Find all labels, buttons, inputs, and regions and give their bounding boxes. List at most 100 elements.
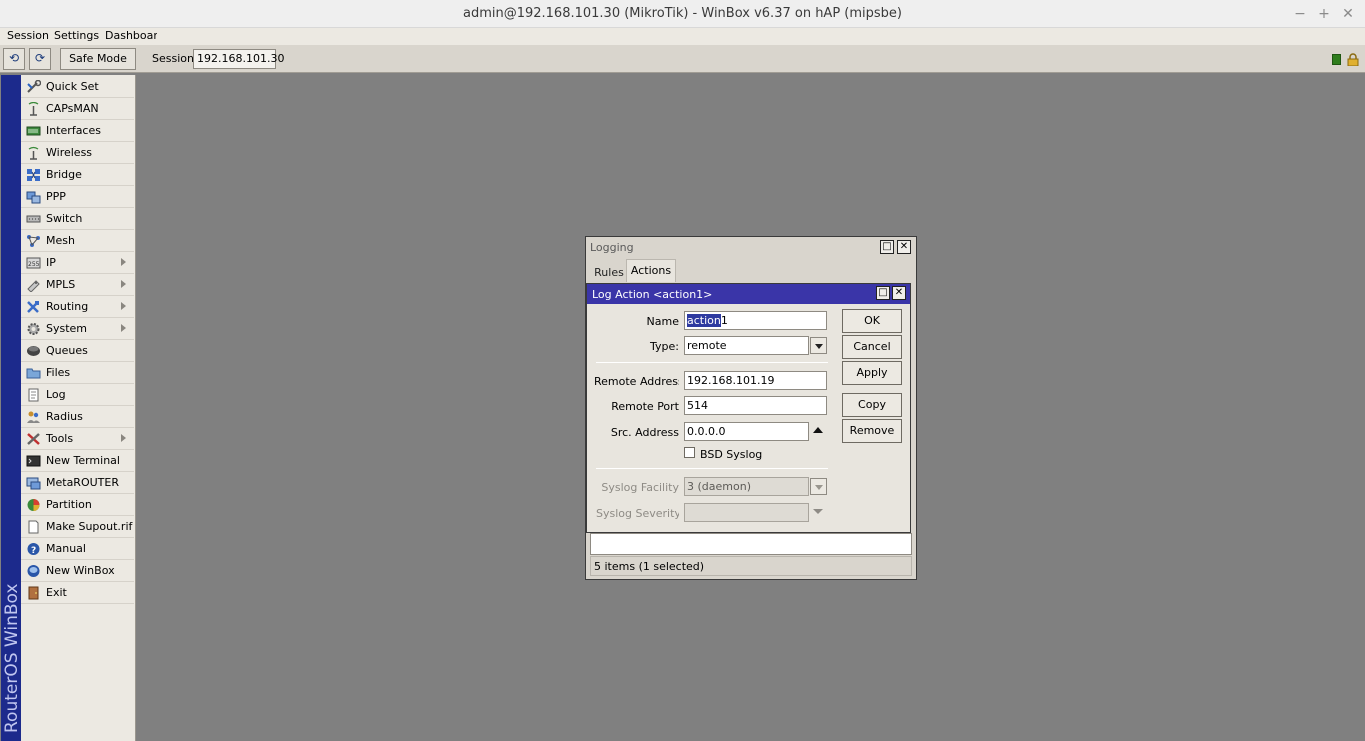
name-selected-text: action	[687, 314, 721, 327]
syslog-facility-dropdown-icon[interactable]	[810, 478, 827, 495]
routing-icon	[27, 301, 39, 313]
tab-rules[interactable]: Rules	[590, 262, 628, 285]
close-icon[interactable]: ✕	[897, 240, 911, 254]
window-titlebar: admin@192.168.101.30 (MikroTik) - WinBox…	[0, 0, 1365, 28]
syslog-severity-select[interactable]	[684, 503, 809, 522]
sidebar-item-label: Files	[46, 366, 71, 379]
sidebar-item-manual[interactable]: ? Manual	[21, 538, 134, 560]
name-field[interactable]: action1	[684, 311, 827, 330]
svg-text:255: 255	[28, 261, 40, 268]
submenu-arrow-icon	[121, 324, 126, 332]
menu-dashboard[interactable]: Dashboard	[105, 29, 157, 42]
sidebar-item-label: Make Supout.rif	[46, 520, 133, 533]
sidebar-item-queues[interactable]: Queues	[21, 340, 134, 362]
sidebar-item-label: Manual	[46, 542, 86, 555]
routeros-winbox-brand: RouterOS WinBox	[1, 75, 22, 741]
mpls-icon	[27, 280, 40, 292]
submenu-arrow-icon	[121, 280, 126, 288]
redo-icon[interactable]: ⟳	[29, 48, 51, 70]
session-field[interactable]: 192.168.101.30	[193, 49, 284, 69]
sidebar-item-ip[interactable]: 255 IP	[21, 252, 134, 274]
remote-port-label: Remote Port	[611, 400, 679, 413]
sidebar-item-wireless[interactable]: Wireless	[21, 142, 134, 164]
syslog-facility-select[interactable]: 3 (daemon)	[684, 477, 809, 496]
remove-button[interactable]: Remove	[842, 419, 902, 443]
name-rest-text: 1	[720, 314, 728, 327]
maximize-icon[interactable]: +	[1314, 4, 1334, 24]
exit-icon	[28, 586, 39, 600]
cancel-button[interactable]: Cancel	[842, 335, 902, 359]
submenu-arrow-icon	[121, 434, 126, 442]
interfaces-icon	[26, 126, 41, 136]
tab-actions[interactable]: Actions	[626, 259, 676, 282]
sidebar-item-label: Tools	[46, 432, 74, 445]
wireless-icon	[28, 146, 39, 160]
sidebar-item-ppp[interactable]: PPP	[21, 186, 134, 208]
sidebar-item-partition[interactable]: Partition	[21, 494, 134, 516]
minimize-icon[interactable]: −	[1290, 4, 1310, 24]
sidebar-item-interfaces[interactable]: Interfaces	[21, 120, 134, 142]
sidebar-item-tools[interactable]: Tools	[21, 428, 134, 450]
bsd-syslog-checkbox[interactable]	[684, 447, 695, 458]
actions-list[interactable]	[590, 533, 912, 555]
sidebar-item-capsman[interactable]: CAPsMAN	[21, 98, 134, 120]
document-icon	[28, 520, 39, 534]
syslog-severity-label: Syslog Severity	[596, 507, 679, 520]
close-icon[interactable]: ✕	[892, 286, 906, 300]
remote-address-field[interactable]: 192.168.101.19	[684, 371, 827, 390]
sidebar-item-make-supout[interactable]: Make Supout.rif	[21, 516, 134, 538]
svg-text:?: ?	[31, 546, 36, 556]
bridge-icon	[27, 169, 40, 181]
syslog-severity-dropdown-icon[interactable]	[813, 509, 823, 514]
sidebar-item-label: Wireless	[46, 146, 93, 159]
sidebar-item-new-winbox[interactable]: New WinBox	[21, 560, 134, 582]
close-icon[interactable]: ✕	[1338, 4, 1358, 24]
sidebar-item-label: Mesh	[46, 234, 75, 247]
sidebar-item-metarouter[interactable]: MetaROUTER	[21, 472, 134, 494]
copy-button[interactable]: Copy	[842, 393, 902, 417]
log-action-dialog-titlebar: Log Action <action1> □ ✕	[587, 284, 910, 304]
sidebar-item-label: MetaROUTER	[46, 476, 119, 489]
sidebar-item-mesh[interactable]: Mesh	[21, 230, 134, 252]
sidebar-item-bridge[interactable]: Bridge	[21, 164, 134, 186]
sidebar-item-label: CAPsMAN	[46, 102, 99, 115]
terminal-icon	[26, 455, 41, 467]
sidebar-item-routing[interactable]: Routing	[21, 296, 134, 318]
sidebar-item-system[interactable]: System	[21, 318, 134, 340]
menu-session[interactable]: Session	[7, 29, 49, 42]
lock-icon	[1347, 53, 1359, 66]
type-select[interactable]: remote	[684, 336, 809, 355]
mesh-icon	[27, 235, 40, 247]
sidebar-item-log[interactable]: Log	[21, 384, 134, 406]
safe-mode-button[interactable]: Safe Mode	[60, 48, 136, 70]
sidebar-item-label: Radius	[46, 410, 83, 423]
radius-icon	[27, 411, 40, 423]
capsman-icon	[28, 102, 39, 116]
collapse-up-icon[interactable]	[813, 427, 823, 433]
sidebar-item-mpls[interactable]: MPLS	[21, 274, 134, 296]
remote-port-field[interactable]: 514	[684, 396, 827, 415]
restore-icon[interactable]: □	[876, 286, 890, 300]
src-address-field[interactable]: 0.0.0.0	[684, 422, 809, 441]
sidebar-item-radius[interactable]: Radius	[21, 406, 134, 428]
sidebar-item-exit[interactable]: Exit	[21, 582, 134, 604]
menu-settings[interactable]: Settings	[54, 29, 99, 42]
sidebar-item-label: MPLS	[46, 278, 76, 291]
queues-icon	[27, 346, 40, 356]
undo-icon[interactable]: ⟲	[3, 48, 25, 70]
sidebar-item-quick-set[interactable]: Quick Set	[21, 76, 134, 98]
restore-icon[interactable]: □	[880, 240, 894, 254]
logging-window-title: Logging	[590, 241, 634, 254]
sidebar-item-switch[interactable]: Switch	[21, 208, 134, 230]
sidebar-item-new-terminal[interactable]: New Terminal	[21, 450, 134, 472]
sidebar: Quick Set CAPsMAN Interfaces Wireless Br…	[21, 75, 136, 741]
src-address-label: Src. Address	[610, 426, 679, 439]
ok-button[interactable]: OK	[842, 309, 902, 333]
ppp-icon	[26, 191, 41, 204]
type-dropdown-icon[interactable]	[810, 337, 827, 354]
remote-address-label: Remote Address	[594, 375, 679, 388]
sidebar-item-label: New Terminal	[46, 454, 120, 467]
sidebar-item-label: Switch	[46, 212, 83, 225]
apply-button[interactable]: Apply	[842, 361, 902, 385]
sidebar-item-files[interactable]: Files	[21, 362, 134, 384]
